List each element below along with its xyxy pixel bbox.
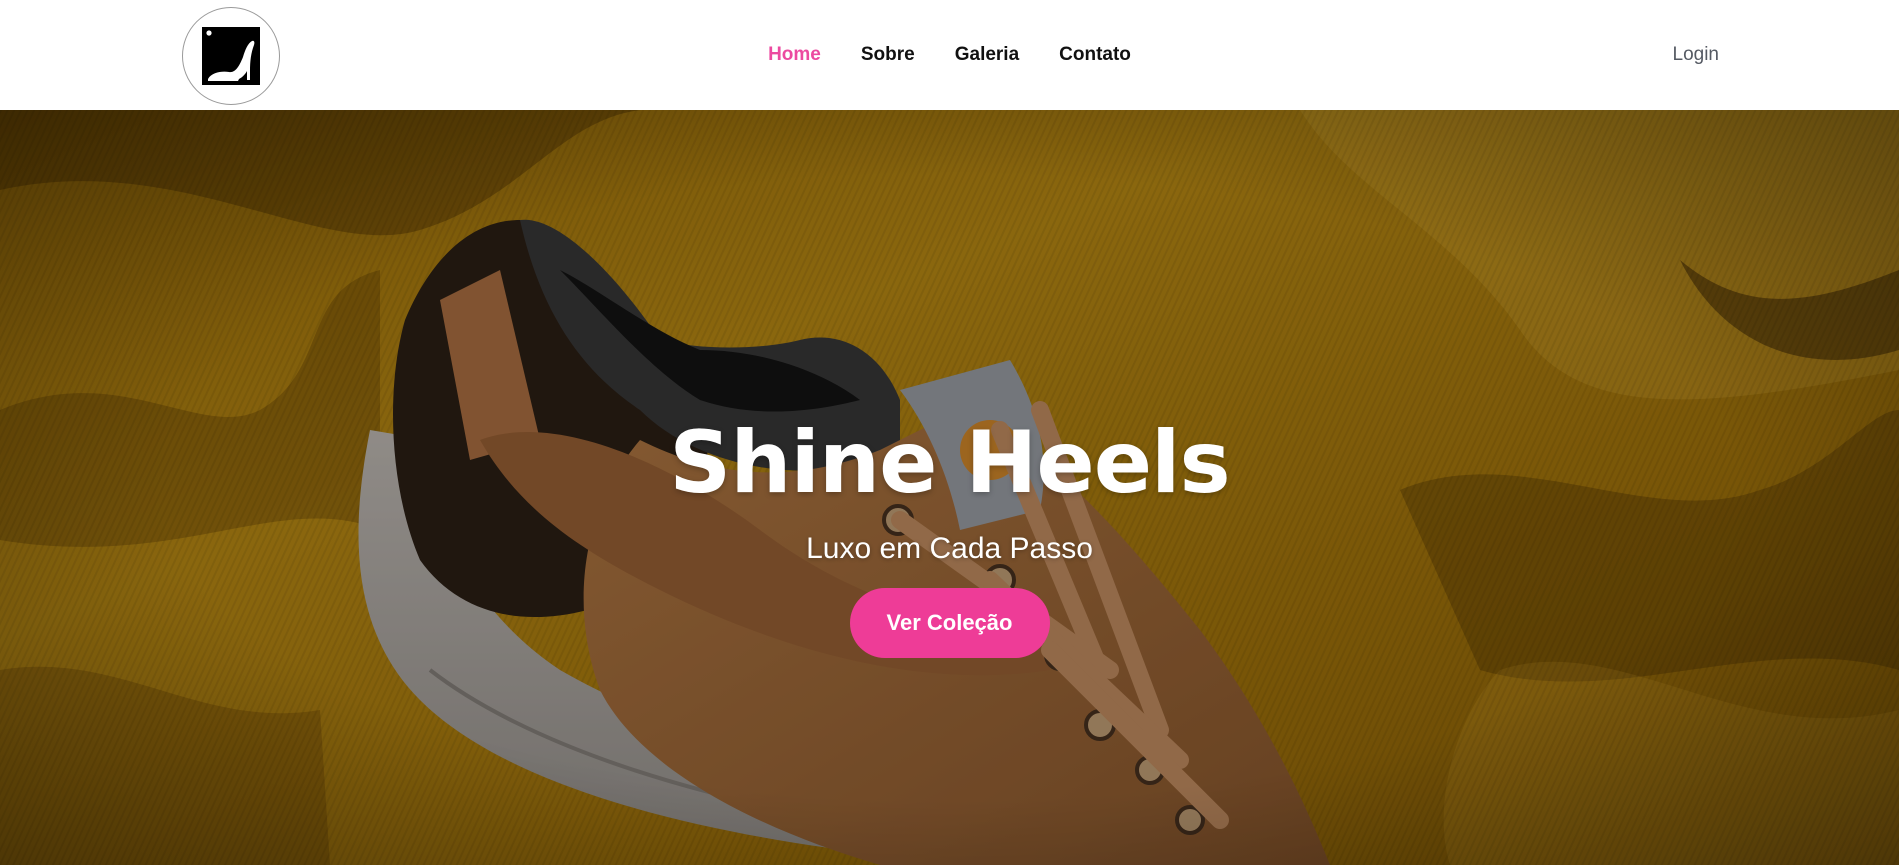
nav-sobre[interactable]: Sobre — [861, 44, 915, 66]
hero-content: Shine Heels Luxo em Cada Passo Ver Coleç… — [0, 420, 1899, 658]
hero-title: Shine Heels — [669, 413, 1230, 513]
nav-home[interactable]: Home — [768, 44, 821, 66]
nav-contato[interactable]: Contato — [1059, 44, 1131, 66]
view-collection-button[interactable]: Ver Coleção — [849, 588, 1050, 658]
main-nav: Home Sobre Galeria Contato — [0, 0, 1899, 110]
site-header: Home Sobre Galeria Contato Login — [0, 0, 1899, 110]
nav-galeria[interactable]: Galeria — [955, 44, 1019, 66]
login-link[interactable]: Login — [1673, 44, 1720, 66]
high-heel-icon — [202, 27, 260, 85]
hero-section: Shine Heels Luxo em Cada Passo Ver Coleç… — [0, 110, 1899, 865]
brand-logo[interactable] — [182, 7, 280, 105]
hero-subtitle: Luxo em Cada Passo — [806, 532, 1093, 565]
